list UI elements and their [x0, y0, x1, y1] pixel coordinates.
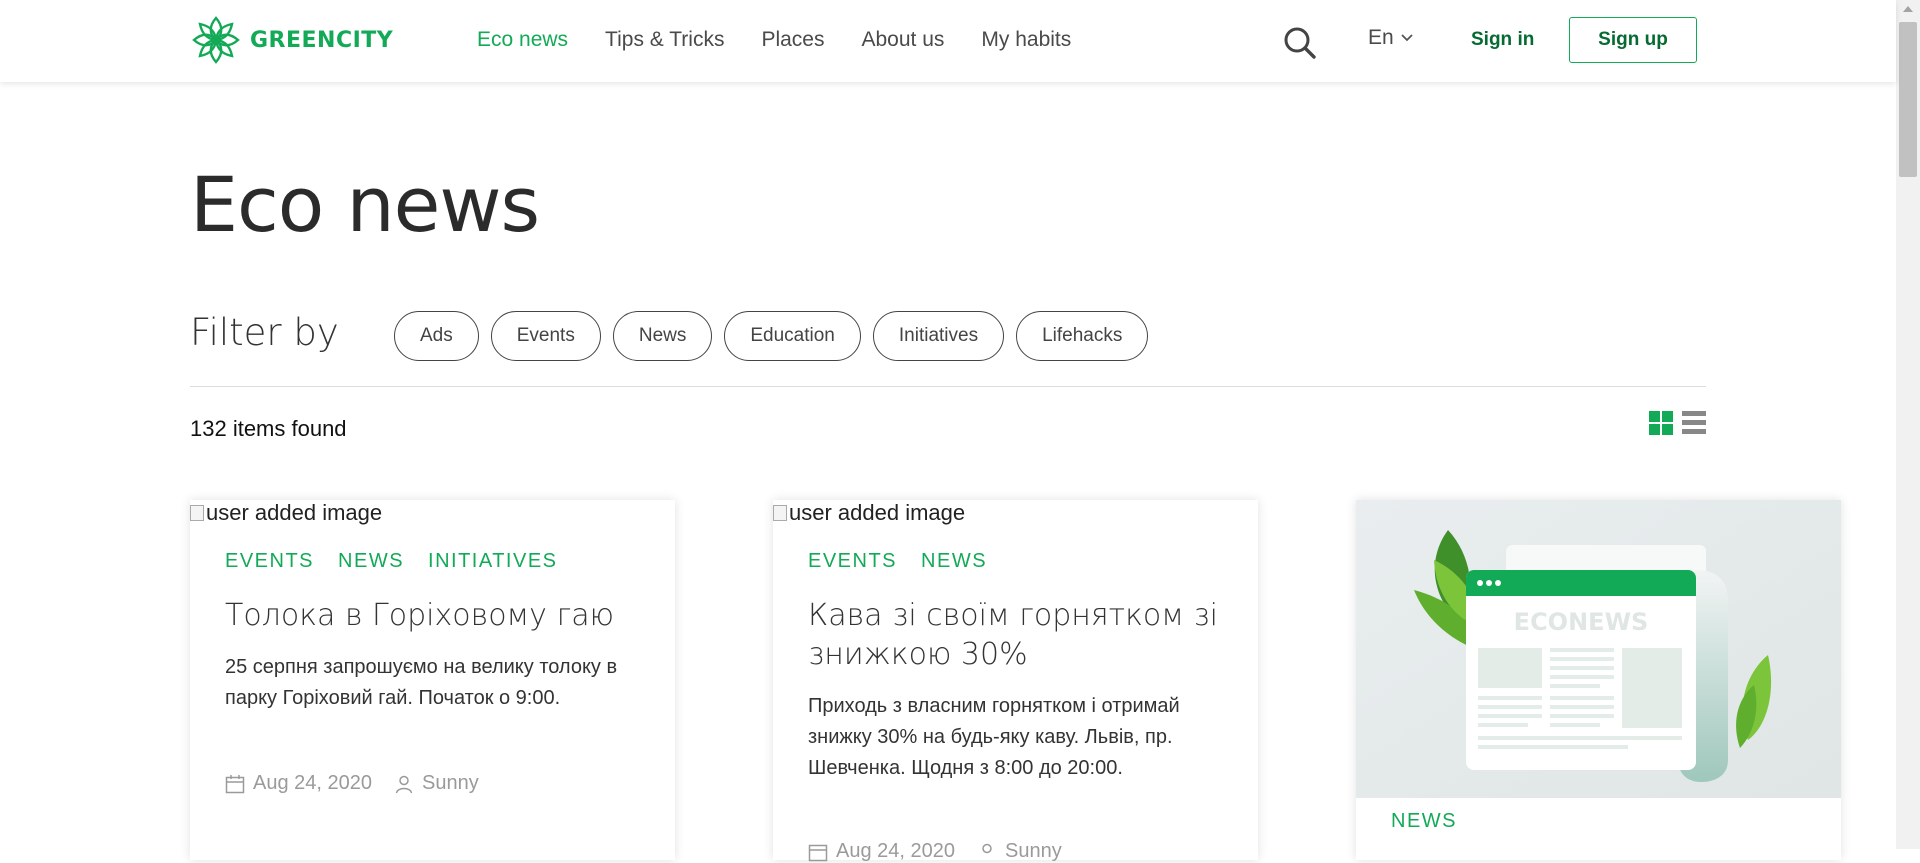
card-image-alt: user added image — [789, 500, 966, 525]
card-image: user added image — [773, 500, 965, 526]
card-image-alt: user added image — [206, 500, 383, 525]
filter-education[interactable]: Education — [724, 311, 861, 361]
card-tag: EVENTS — [808, 550, 898, 572]
econews-illustration: ECONEWS — [1356, 500, 1841, 798]
card-text: 25 серпня запрошуємо на велику толоку в … — [225, 656, 618, 709]
card-tag: INITIATIVES — [428, 550, 558, 572]
main-nav: Eco news Tips & Tricks Places About us M… — [477, 28, 1108, 52]
nav-places[interactable]: Places — [761, 28, 824, 52]
sign-up-button[interactable]: Sign up — [1569, 17, 1697, 63]
nav-about-us[interactable]: About us — [861, 28, 944, 52]
scroll-thumb[interactable] — [1899, 22, 1917, 177]
filter-ads[interactable]: Ads — [394, 311, 479, 361]
divider — [190, 386, 1706, 387]
nav-my-habits[interactable]: My habits — [981, 28, 1071, 52]
card-text: Приходь з власним горнятком і отримай зн… — [808, 695, 1180, 779]
calendar-icon — [225, 774, 245, 793]
site-header: GREENCITY Eco news Tips & Tricks Places … — [0, 0, 1896, 82]
card-tags: EVENTS NEWS — [808, 550, 1011, 573]
page: GREENCITY Eco news Tips & Tricks Places … — [0, 0, 1920, 862]
card-author: Sunny — [422, 772, 479, 794]
card-tag: NEWS — [921, 550, 988, 572]
card-tag: NEWS — [1391, 810, 1457, 832]
card-date: Aug 24, 2020 — [836, 840, 955, 862]
filter-news[interactable]: News — [612, 311, 713, 361]
card-image: user added image — [190, 500, 382, 526]
filter-lifehacks[interactable]: Lifehacks — [1016, 311, 1149, 361]
calendar-icon — [808, 844, 828, 861]
card-author-wrap: Sunny — [977, 840, 1062, 863]
card-date: Aug 24, 2020 — [253, 772, 372, 794]
news-card[interactable]: ECONEWS NEWS — [1356, 500, 1841, 860]
card-tag: EVENTS — [225, 550, 315, 572]
grid-view-icon[interactable] — [1649, 411, 1673, 435]
user-icon — [982, 843, 992, 853]
logo[interactable]: GREENCITY — [190, 14, 393, 66]
user-icon — [395, 775, 413, 793]
card-title[interactable]: Кава зі своїм горнятком зі знижкою 30% — [808, 596, 1228, 674]
broken-image-icon — [773, 505, 787, 521]
card-tags: NEWS — [1391, 810, 1481, 833]
page-title: Eco news — [190, 160, 540, 249]
filter-events[interactable]: Events — [490, 311, 601, 361]
card-author-wrap: Sunny — [394, 772, 479, 795]
scroll-up-arrow[interactable] — [1903, 6, 1913, 12]
news-card[interactable]: user added image EVENTS NEWS Кава зі сво… — [773, 500, 1258, 863]
language-label: En — [1368, 26, 1394, 49]
card-image: ECONEWS — [1356, 500, 1841, 798]
filter-chips: Ads Events News Education Initiatives Li… — [394, 311, 1160, 361]
card-title[interactable]: Толока в Горіховому гаю — [225, 596, 645, 635]
vertical-scrollbar[interactable] — [1896, 0, 1920, 849]
filter-initiatives[interactable]: Initiatives — [872, 311, 1005, 361]
news-card[interactable]: user added image EVENTS NEWS INITIATIVES… — [190, 500, 675, 860]
language-selector[interactable]: En — [1368, 26, 1414, 50]
card-tag: NEWS — [338, 550, 405, 572]
card-tags: EVENTS NEWS INITIATIVES — [225, 550, 582, 573]
card-author: Sunny — [1005, 840, 1062, 862]
econews-illustration-label: ECONEWS — [1514, 608, 1649, 636]
greencity-logo-icon — [192, 16, 240, 64]
search-icon[interactable] — [1283, 26, 1317, 60]
chevron-down-icon — [1401, 34, 1413, 42]
card-meta: Aug 24, 2020 Sunny — [808, 840, 1062, 863]
filter-label: Filter by — [190, 311, 339, 354]
nav-eco-news[interactable]: Eco news — [477, 28, 568, 52]
logo-text: GREENCITY — [250, 27, 394, 53]
sign-in-link[interactable]: Sign in — [1471, 29, 1534, 51]
broken-image-icon — [190, 505, 204, 521]
nav-tips-tricks[interactable]: Tips & Tricks — [605, 28, 724, 52]
list-view-icon[interactable] — [1682, 411, 1706, 435]
items-found-count: 132 items found — [190, 416, 347, 441]
card-meta: Aug 24, 2020 Sunny — [225, 772, 479, 795]
